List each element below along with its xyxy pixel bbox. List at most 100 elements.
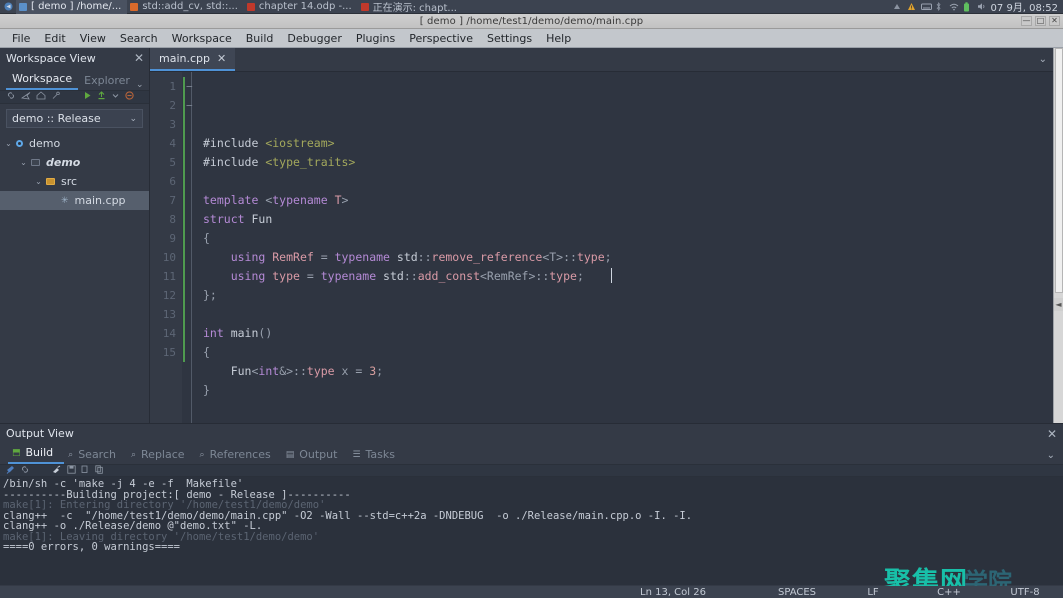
fold-toggle[interactable]: − bbox=[186, 96, 197, 115]
close-icon[interactable]: ✕ bbox=[134, 52, 144, 64]
line-number: 3 bbox=[150, 115, 176, 134]
menu-item-edit[interactable]: Edit bbox=[37, 30, 72, 47]
references-icon: ⌕ bbox=[200, 450, 205, 460]
line-number: 14 bbox=[150, 324, 176, 343]
copy-icon[interactable] bbox=[81, 465, 90, 477]
window-icon bbox=[19, 3, 27, 11]
code-token: using bbox=[203, 269, 265, 283]
status-cell-utf8[interactable]: UTF-8 bbox=[987, 587, 1063, 598]
warning-icon[interactable] bbox=[907, 2, 916, 11]
output-tab-build[interactable]: ⬒Build bbox=[8, 446, 64, 464]
code-token: remove_reference bbox=[432, 250, 543, 264]
output-tab-search[interactable]: ⌕Search bbox=[64, 448, 127, 464]
clear-icon[interactable] bbox=[52, 465, 62, 477]
taskbar-task[interactable]: 正在演示: chapt... bbox=[358, 0, 463, 14]
code-folding-column[interactable]: −− bbox=[186, 72, 197, 423]
code-token: std bbox=[376, 269, 404, 283]
network-icon[interactable] bbox=[893, 2, 902, 11]
close-icon[interactable]: ✕ bbox=[217, 52, 226, 65]
chevron-down-icon[interactable]: ⌄ bbox=[1047, 450, 1055, 461]
chevron-down-icon[interactable]: ⌄ bbox=[19, 158, 28, 167]
code-token: { bbox=[203, 231, 210, 245]
code-token: x = bbox=[335, 364, 370, 378]
source-code[interactable]: #include <iostream>#include <type_traits… bbox=[197, 72, 1053, 423]
window-controls: — □ ✕ bbox=[1021, 16, 1060, 26]
stop-icon[interactable] bbox=[125, 91, 134, 103]
close-button[interactable]: ✕ bbox=[1049, 16, 1060, 26]
build-target-selector[interactable]: demo :: Release ⌄ bbox=[6, 109, 143, 128]
menu-item-search[interactable]: Search bbox=[113, 30, 165, 47]
status-cell-spaces[interactable]: SPACES bbox=[759, 587, 835, 598]
build-log[interactable]: /bin/sh -c 'make -j 4 -e -f Makefile'---… bbox=[0, 477, 1063, 585]
run-icon[interactable] bbox=[83, 91, 92, 103]
tree-item-demo[interactable]: ⌄demo bbox=[0, 153, 149, 172]
link-icon[interactable] bbox=[20, 465, 30, 477]
editor-vertical-scrollbar[interactable]: ◄ bbox=[1053, 48, 1063, 423]
save-icon[interactable] bbox=[67, 465, 76, 477]
output-tab-tasks[interactable]: ☰Tasks bbox=[348, 448, 406, 464]
code-token: &> bbox=[279, 364, 293, 378]
log-line: make[1]: Entering directory '/home/test1… bbox=[3, 500, 1063, 511]
menu-item-build[interactable]: Build bbox=[239, 30, 281, 47]
output-icon: ▤ bbox=[286, 450, 295, 460]
menu-item-workspace[interactable]: Workspace bbox=[165, 30, 239, 47]
desktop-taskbar: [ demo ] /home/...std::add_cv, std::...c… bbox=[0, 0, 1063, 14]
editor-tab-main-cpp[interactable]: main.cpp✕ bbox=[150, 48, 235, 71]
code-token: { bbox=[203, 345, 210, 359]
output-tab-replace[interactable]: ⌕Replace bbox=[127, 448, 196, 464]
tree-item-main-cpp[interactable]: ✳main.cpp bbox=[0, 191, 149, 210]
code-token: int bbox=[203, 326, 224, 340]
chevron-down-icon[interactable]: ⌄ bbox=[34, 177, 43, 186]
output-toolbar bbox=[0, 464, 1063, 477]
line-number-gutter: 123456789101112131415 bbox=[150, 72, 182, 423]
line-number: 6 bbox=[150, 172, 176, 191]
menu-item-settings[interactable]: Settings bbox=[480, 30, 539, 47]
volume-icon[interactable] bbox=[977, 2, 986, 11]
taskbar-task[interactable]: std::add_cv, std::... bbox=[127, 0, 244, 14]
fold-toggle[interactable]: − bbox=[186, 77, 197, 96]
build-icon[interactable] bbox=[97, 91, 106, 103]
line-number: 12 bbox=[150, 286, 176, 305]
status-cell-lf[interactable]: LF bbox=[835, 587, 911, 598]
menu-item-debugger[interactable]: Debugger bbox=[280, 30, 348, 47]
menu-item-perspective[interactable]: Perspective bbox=[402, 30, 480, 47]
menu-item-view[interactable]: View bbox=[73, 30, 113, 47]
editor-panel: main.cpp✕ ⌄ 123456789101112131415 −− #in… bbox=[150, 48, 1053, 423]
scroll-arrow-icon[interactable]: ◄ bbox=[1054, 298, 1063, 311]
output-tab-references[interactable]: ⌕References bbox=[196, 448, 282, 464]
workspace-tab-workspace[interactable]: Workspace bbox=[6, 72, 78, 90]
link-icon[interactable] bbox=[6, 91, 16, 103]
launcher-icon[interactable] bbox=[0, 2, 16, 11]
menu-item-help[interactable]: Help bbox=[539, 30, 578, 47]
pin-icon[interactable] bbox=[6, 465, 15, 477]
home-icon[interactable] bbox=[36, 91, 46, 103]
chevron-down-icon[interactable]: ⌄ bbox=[4, 139, 13, 148]
taskbar-task[interactable]: chapter 14.odp -... bbox=[244, 0, 358, 14]
output-tab-output[interactable]: ▤Output bbox=[282, 448, 349, 464]
code-token: <RemRef> bbox=[480, 269, 535, 283]
tree-item-demo[interactable]: ⌄demo bbox=[0, 134, 149, 153]
chevron-down-icon[interactable]: ⌄ bbox=[1039, 54, 1047, 65]
keyboard-icon[interactable] bbox=[921, 2, 930, 11]
tree-item-src[interactable]: ⌄src bbox=[0, 172, 149, 191]
code-line: using type = typename std::add_const<Rem… bbox=[203, 267, 1053, 286]
chevron-down-icon[interactable] bbox=[111, 91, 120, 103]
close-icon[interactable]: ✕ bbox=[1047, 427, 1057, 441]
wrench-icon[interactable] bbox=[51, 91, 61, 103]
maximize-button[interactable]: □ bbox=[1035, 16, 1046, 26]
menu-item-plugins[interactable]: Plugins bbox=[349, 30, 402, 47]
scrollbar-thumb[interactable] bbox=[1055, 48, 1063, 293]
bluetooth-icon[interactable] bbox=[935, 2, 944, 11]
code-token: :: bbox=[535, 269, 549, 283]
wifi-icon[interactable] bbox=[949, 2, 958, 11]
minimize-button[interactable]: — bbox=[1021, 16, 1032, 26]
status-cell-c[interactable]: C++ bbox=[911, 587, 987, 598]
code-line: { bbox=[203, 343, 1053, 362]
menu-item-file[interactable]: File bbox=[5, 30, 37, 47]
taskbar-task[interactable]: [ demo ] /home/... bbox=[16, 0, 127, 14]
copy-all-icon[interactable] bbox=[95, 465, 104, 477]
workspace-tab-explorer[interactable]: Explorer bbox=[78, 74, 136, 90]
chevron-down-icon[interactable]: ⌄ bbox=[136, 80, 150, 90]
collapse-icon[interactable] bbox=[21, 91, 31, 103]
battery-icon[interactable] bbox=[963, 2, 972, 11]
